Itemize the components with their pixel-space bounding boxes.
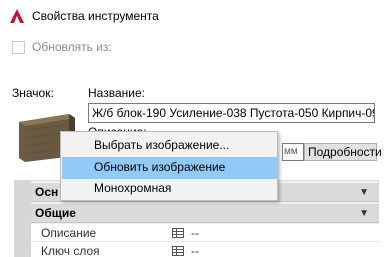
table-icon[interactable] xyxy=(172,228,184,238)
table-icon[interactable] xyxy=(172,246,184,256)
autocad-app-icon xyxy=(10,9,24,23)
update-from-label: Обновлять из: xyxy=(32,40,112,54)
window-title: Свойства инструмента xyxy=(32,9,159,23)
section-title: Общие xyxy=(35,206,76,220)
chevron-down-icon[interactable]: ▼ xyxy=(359,187,369,198)
name-input[interactable]: Ж/б блок-190 Усиление-038 Пустота-050 Ки… xyxy=(88,103,375,123)
properties-side-strip xyxy=(15,181,31,257)
section-title: Осн xyxy=(35,185,59,199)
property-name: Ключ слоя xyxy=(41,244,100,257)
property-value: -- xyxy=(191,244,199,257)
menu-item-select-image[interactable]: Выбрать изображение... xyxy=(62,135,277,157)
title-bar: Свойства инструмента xyxy=(0,0,389,32)
chevron-down-icon[interactable]: ▼ xyxy=(359,208,369,219)
description-field[interactable]: мм xyxy=(282,143,304,161)
context-menu: Выбрать изображение... Обновить изображе… xyxy=(60,131,278,201)
property-name: Описание xyxy=(41,226,97,240)
details-button[interactable]: Подробности xyxy=(304,143,382,161)
update-from-checkbox[interactable] xyxy=(12,41,25,54)
property-row[interactable]: Ключ слоя -- xyxy=(31,242,379,257)
icon-label: Значок: xyxy=(12,86,54,100)
property-row[interactable]: Описание -- xyxy=(31,224,379,242)
section-header-general[interactable]: Общие ▼ xyxy=(31,204,379,223)
menu-item-update-image[interactable]: Обновить изображение xyxy=(62,157,277,179)
property-value: -- xyxy=(191,226,199,240)
menu-item-monochrome[interactable]: Монохромная xyxy=(62,178,277,200)
name-label: Название: xyxy=(88,86,145,100)
